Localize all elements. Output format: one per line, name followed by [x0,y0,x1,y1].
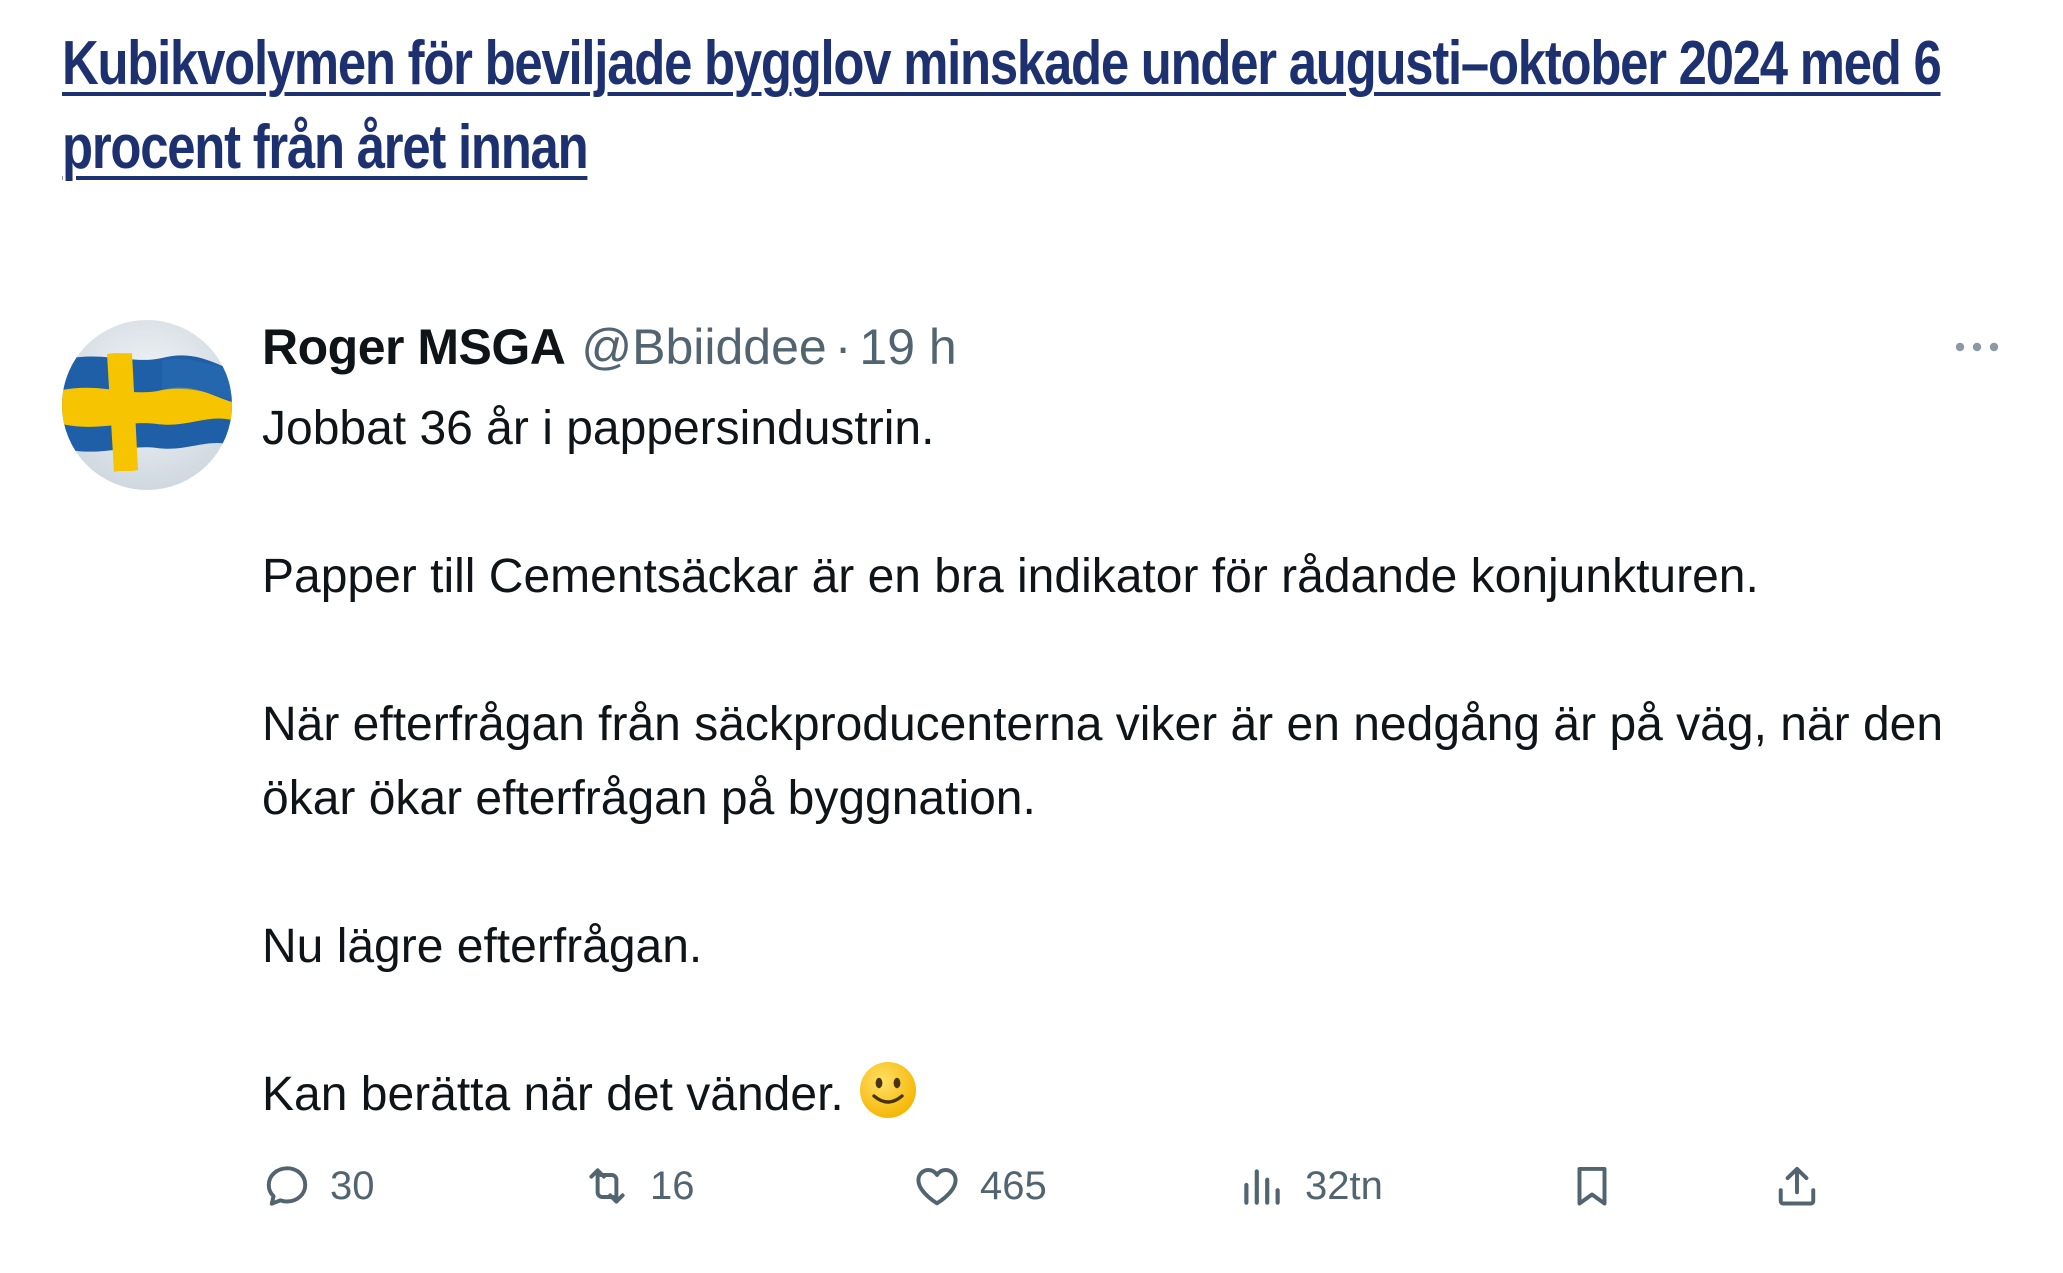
tweet-header: Roger MSGA @Bbiiddee · 19 h [262,312,957,382]
display-name[interactable]: Roger MSGA [262,318,566,376]
like-button[interactable]: 465 [912,1146,1047,1226]
reply-icon [266,1166,308,1206]
views-count: 32tn [1305,1163,1383,1208]
analytics-icon [1244,1169,1280,1205]
reply-button[interactable]: 30 [262,1146,375,1226]
tweet-paragraph: När efterfrågan från säckproducenterna v… [262,698,1944,825]
tweet-actions: 30 16 465 32tn [262,1146,1842,1226]
tweet-text: Jobbat 36 år i pappersindustrin. Papper … [262,392,2022,1132]
reply-count: 30 [330,1163,375,1208]
tweet-paragraph: Jobbat 36 år i pappersindustrin. [262,402,935,455]
avatar[interactable] [62,320,232,490]
slightly-smiling-face-icon [859,1062,916,1118]
tweet-paragraph: Nu lägre efterfrågan. [262,920,703,973]
bookmark-button[interactable] [1567,1146,1617,1226]
article-headline-link[interactable]: Kubikvolymen för beviljade bygglov minsk… [62,22,2022,190]
tweet-paragraph: Papper till Cementsäckar är en bra indik… [262,550,1759,603]
tweet-paragraph: Kan berätta när det vänder. [262,1068,844,1121]
like-count: 465 [980,1163,1047,1208]
user-handle[interactable]: @Bbiiddee [581,318,826,376]
share-button[interactable] [1772,1146,1822,1226]
share-icon [1778,1166,1816,1206]
retweet-icon [589,1168,625,1204]
retweet-button[interactable]: 16 [582,1146,695,1226]
more-options-icon[interactable] [1952,332,2002,362]
tweet-paragraph-last: Kan berätta när det vänder. [262,1058,2022,1132]
retweet-count: 16 [650,1163,695,1208]
views-button[interactable]: 32tn [1237,1146,1383,1226]
heart-icon [916,1167,958,1206]
bookmark-icon [1577,1166,1607,1206]
separator-dot: · [834,319,852,375]
timestamp[interactable]: 19 h [859,318,956,376]
swedish-flag-icon [62,320,232,490]
